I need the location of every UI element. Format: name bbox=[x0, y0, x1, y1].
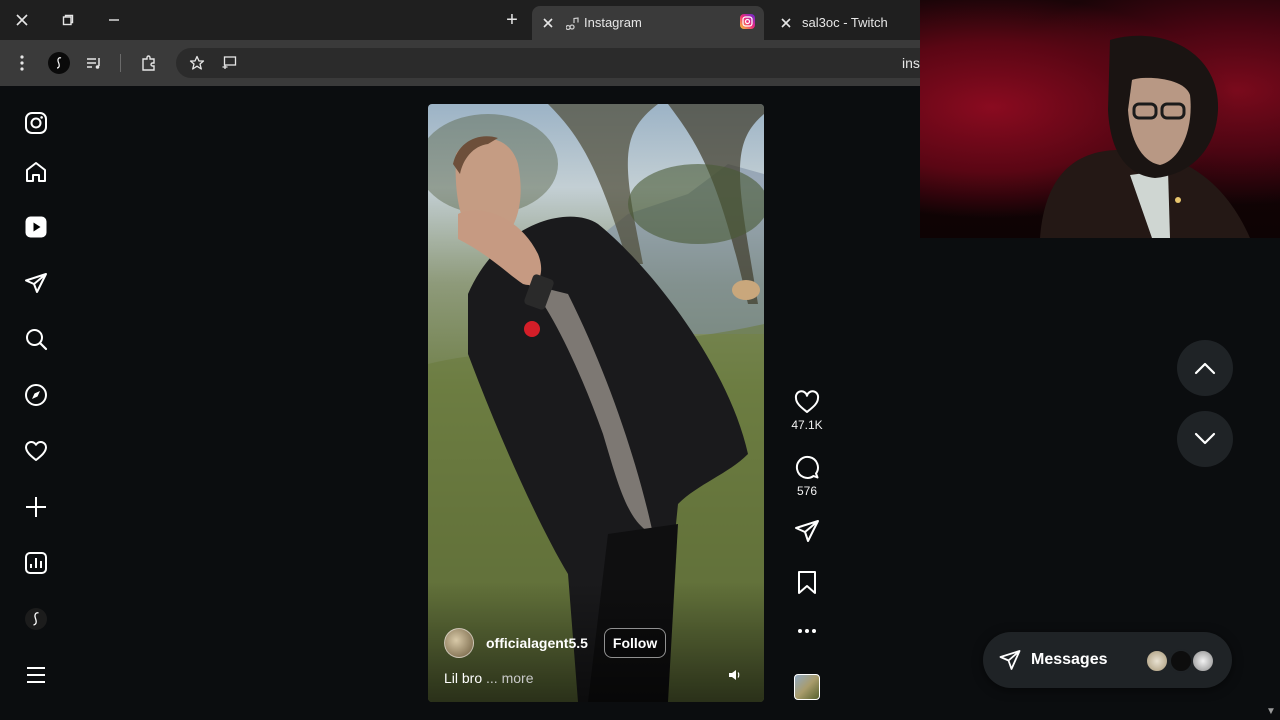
instagram-sidebar bbox=[0, 86, 72, 720]
chevron-up-icon bbox=[1194, 362, 1216, 375]
audio-thumbnail[interactable] bbox=[794, 674, 820, 700]
tab-title: sal3oc - Twitch bbox=[802, 15, 888, 30]
new-tab-label: + bbox=[506, 9, 518, 31]
cast-screen-icon[interactable] bbox=[220, 54, 238, 72]
close-window-icon[interactable] bbox=[9, 8, 35, 32]
reel-author-row: officialagent5.5 Follow bbox=[444, 628, 667, 658]
messages-label: Messages bbox=[1031, 651, 1108, 668]
explore-compass-icon[interactable] bbox=[20, 379, 52, 411]
browser-tab-bar: + Instagram sal3oc - Twitch bbox=[0, 0, 920, 40]
tab-title: Instagram bbox=[584, 15, 642, 30]
new-tab-button[interactable]: + bbox=[499, 8, 525, 32]
messages-button[interactable]: Messages bbox=[983, 632, 1232, 688]
comment-icon[interactable] bbox=[794, 454, 820, 480]
browser-menu-icon[interactable] bbox=[12, 52, 32, 74]
instagram-logo-icon[interactable] bbox=[20, 107, 52, 139]
messages-send-icon bbox=[999, 650, 1021, 670]
previous-reel-button[interactable] bbox=[1177, 340, 1233, 396]
like-count: 47.1K bbox=[791, 418, 823, 432]
direct-send-icon[interactable] bbox=[20, 267, 52, 299]
message-avatar bbox=[1145, 649, 1169, 673]
notifications-heart-icon[interactable] bbox=[20, 435, 52, 467]
reels-icon[interactable] bbox=[20, 211, 52, 243]
next-reel-button[interactable] bbox=[1177, 411, 1233, 467]
create-plus-icon[interactable] bbox=[20, 491, 52, 523]
like-heart-icon[interactable] bbox=[794, 390, 820, 414]
save-bookmark-icon[interactable] bbox=[796, 570, 818, 596]
more-options-icon[interactable] bbox=[786, 628, 828, 634]
streamer-image bbox=[1040, 35, 1250, 238]
share-action[interactable] bbox=[786, 518, 828, 544]
search-icon[interactable] bbox=[20, 323, 52, 355]
tab-close-icon[interactable] bbox=[780, 17, 792, 29]
share-send-icon[interactable] bbox=[794, 518, 820, 544]
media-controls-icon[interactable] bbox=[84, 53, 104, 73]
instagram-favicon-icon bbox=[740, 14, 755, 29]
reel-video[interactable]: officialagent5.5 Follow Lil bro ... more bbox=[428, 104, 764, 702]
save-action[interactable] bbox=[786, 570, 828, 596]
toolbar-divider bbox=[120, 54, 121, 72]
minimize-window-icon[interactable] bbox=[101, 8, 127, 32]
caption-text: Lil bro bbox=[444, 670, 483, 686]
message-avatar bbox=[1169, 649, 1193, 673]
author-username[interactable]: officialagent5.5 bbox=[486, 635, 588, 651]
comment-count: 576 bbox=[796, 484, 818, 498]
tab-audio-icon bbox=[566, 17, 579, 30]
author-avatar[interactable] bbox=[444, 628, 474, 658]
bookmark-star-icon[interactable] bbox=[188, 54, 206, 72]
tab-twitch[interactable]: sal3oc - Twitch bbox=[770, 6, 920, 40]
follow-button[interactable]: Follow bbox=[603, 628, 667, 658]
home-icon[interactable] bbox=[20, 156, 52, 188]
dashboard-chart-icon[interactable] bbox=[20, 547, 52, 579]
caption-more-link[interactable]: ... more bbox=[486, 670, 533, 686]
scrollbar-down-arrow[interactable]: ▼ bbox=[1266, 706, 1276, 717]
profile-avatar[interactable] bbox=[48, 52, 70, 74]
url-text: ins bbox=[902, 55, 920, 71]
more-menu-icon[interactable] bbox=[20, 659, 52, 691]
tab-instagram[interactable]: Instagram bbox=[532, 6, 764, 40]
webcam-overlay bbox=[920, 0, 1280, 238]
comment-action[interactable]: 576 bbox=[786, 454, 828, 498]
threads-icon[interactable] bbox=[20, 603, 52, 635]
volume-icon[interactable] bbox=[724, 664, 746, 686]
like-action[interactable]: 47.1K bbox=[786, 390, 828, 432]
message-avatar bbox=[1191, 649, 1215, 673]
restore-window-icon[interactable] bbox=[55, 8, 81, 32]
chevron-down-icon bbox=[1194, 432, 1216, 445]
tab-close-icon[interactable] bbox=[542, 17, 554, 29]
address-bar[interactable]: ins bbox=[176, 48, 920, 78]
extensions-puzzle-icon[interactable] bbox=[138, 52, 160, 74]
reel-caption: Lil bro ... more bbox=[444, 670, 534, 686]
